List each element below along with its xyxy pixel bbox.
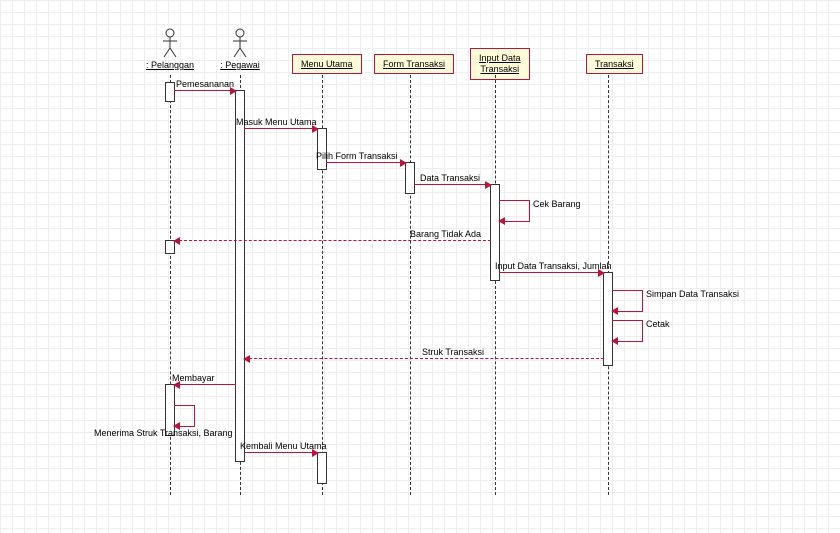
- activation: [235, 90, 245, 462]
- msg-label: Input Data Transaksi, Jumlah: [495, 261, 612, 271]
- msg-label: Cek Barang: [533, 199, 581, 209]
- msg-label: Struk Transaksi: [422, 347, 484, 357]
- actor-pegawai: : Pegawai: [210, 28, 270, 70]
- actor-pelanggan: : Pelanggan: [140, 28, 200, 70]
- msg-label: Data Transaksi: [420, 173, 480, 183]
- object-transaksi: Transaksi: [586, 54, 643, 74]
- object-form-transaksi: Form Transaksi: [374, 54, 454, 74]
- object-label-line1: Input Data: [479, 53, 521, 63]
- msg-cetak: Cetak: [612, 320, 643, 342]
- lifeline-form: [410, 75, 411, 495]
- activation: [603, 272, 613, 366]
- msg-barang-tidak-ada: Barang Tidak Ada: [174, 240, 491, 241]
- stick-figure-icon: [231, 28, 249, 58]
- sequence-diagram: : Pelanggan : Pegawai Menu Utama Form Tr…: [0, 0, 840, 533]
- msg-data-transaksi: Data Transaksi: [414, 184, 491, 185]
- msg-input-data-transaksi-jumlah: Input Data Transaksi, Jumlah: [499, 272, 604, 273]
- msg-masuk-menu-utama: Masuk Menu Utama: [244, 128, 318, 129]
- msg-pilih-form-transaksi: Pilih Form Transaksi: [326, 162, 406, 163]
- activation: [317, 128, 327, 170]
- object-input-data-transaksi: Input Data Transaksi: [470, 48, 530, 80]
- msg-cek-barang: Cek Barang: [499, 200, 530, 222]
- activation: [165, 82, 175, 102]
- lifeline-input: [495, 75, 496, 495]
- msg-membayar: Membayar: [174, 384, 236, 385]
- msg-label: Barang Tidak Ada: [410, 229, 481, 239]
- msg-menerima-struk: Menerima Struk Transaksi, Barang: [174, 405, 195, 427]
- object-menu-utama: Menu Utama: [292, 54, 362, 74]
- msg-label: Simpan Data Transaksi: [646, 289, 739, 299]
- stick-figure-icon: [161, 28, 179, 58]
- actor-label: : Pegawai: [210, 60, 270, 70]
- msg-simpan-data-transaksi: Simpan Data Transaksi: [612, 290, 643, 312]
- msg-label: Menerima Struk Transaksi, Barang: [94, 428, 233, 438]
- msg-label: Masuk Menu Utama: [236, 117, 317, 127]
- msg-label: Pilih Form Transaksi: [316, 151, 398, 161]
- msg-kembali-menu-utama: Kembali Menu Utama: [244, 452, 318, 453]
- msg-struk-transaksi: Struk Transaksi: [244, 358, 604, 359]
- actor-label: : Pelanggan: [140, 60, 200, 70]
- msg-label: Pemesananan: [176, 79, 234, 89]
- object-label-line2: Transaksi: [480, 64, 519, 74]
- msg-label: Cetak: [646, 319, 670, 329]
- msg-pemesananan: Pemesananan: [174, 90, 236, 91]
